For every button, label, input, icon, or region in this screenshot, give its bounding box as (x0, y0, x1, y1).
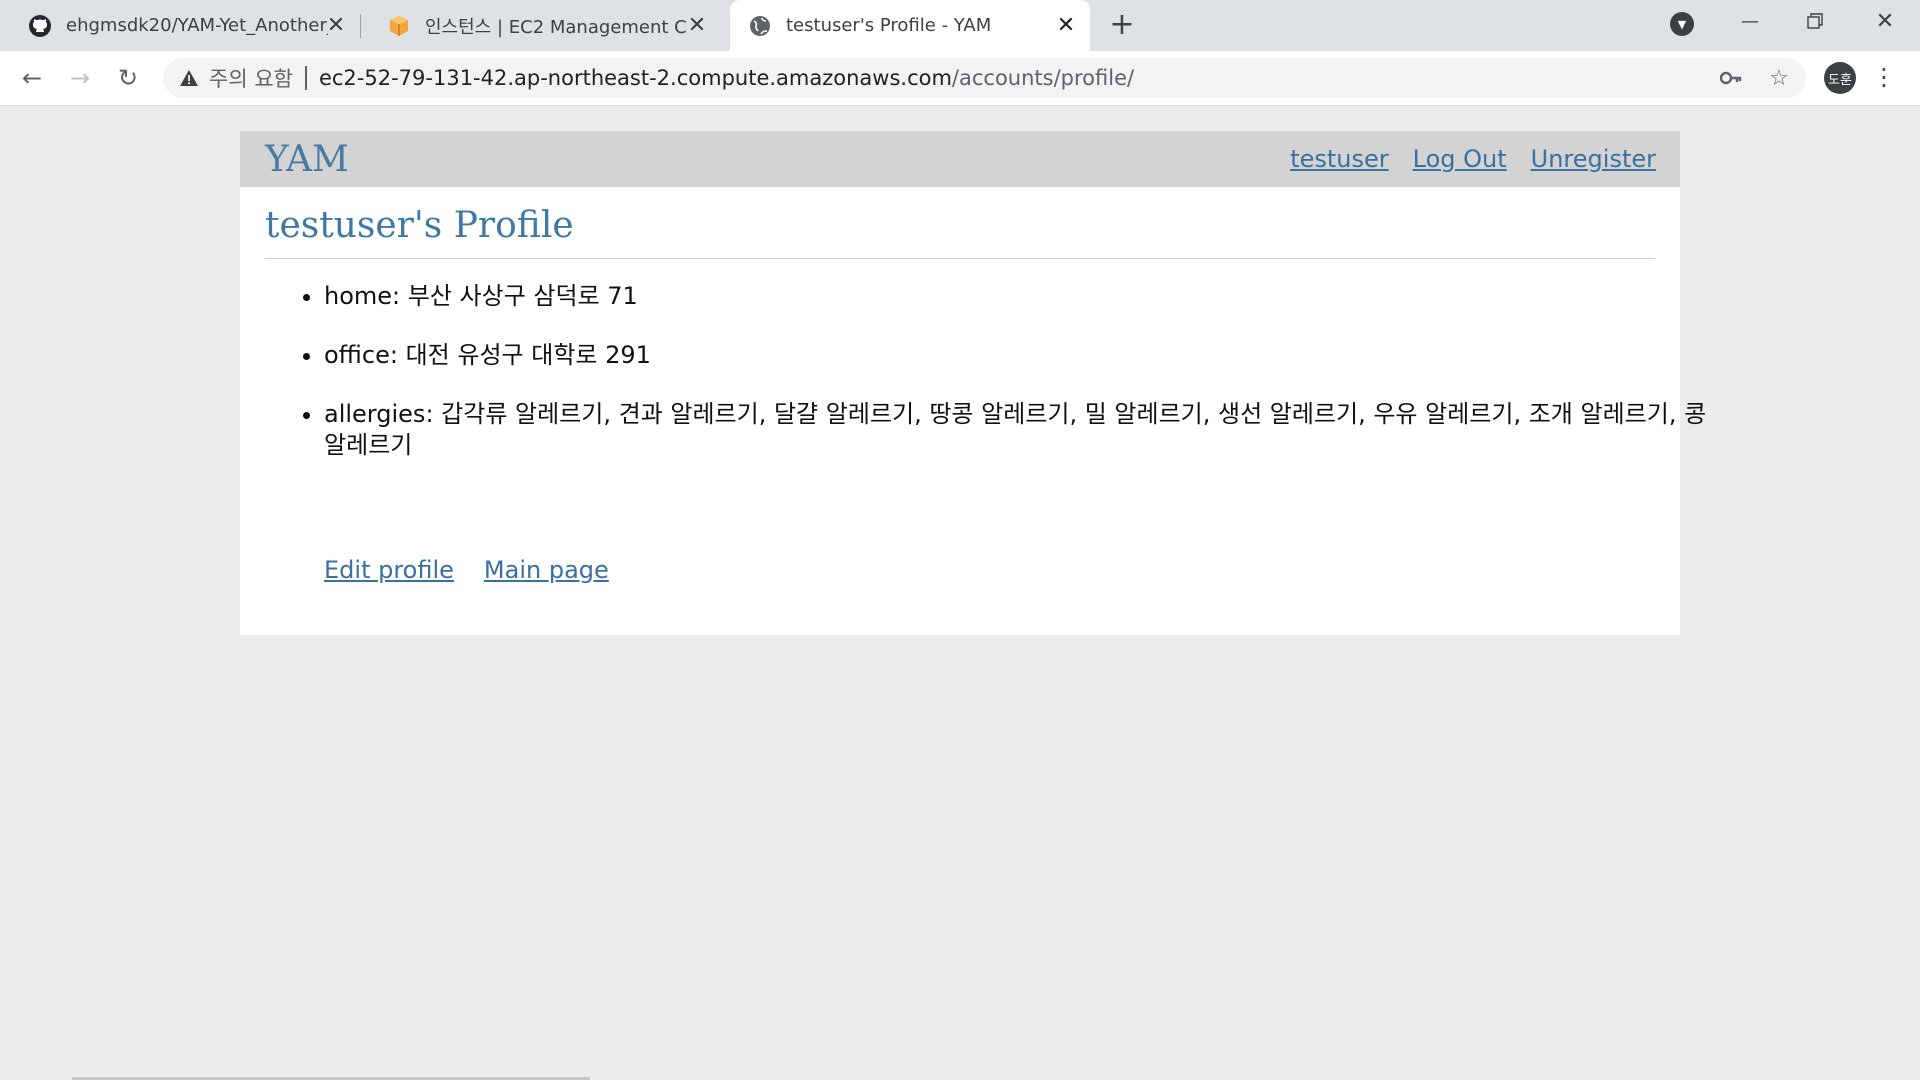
back-icon[interactable]: ← (16, 62, 48, 94)
tab-strip: ehgmsdk20/YAM-Yet_Another_M ✕ 인스턴스 | EC2… (0, 0, 1920, 51)
profile-list: home: 부산 사상구 삼덕로 71 office: 대전 유성구 대학로 2… (265, 281, 1714, 489)
close-tab-icon[interactable]: ✕ (685, 13, 709, 38)
field-label: home (324, 282, 393, 310)
field-label: allergies (324, 400, 426, 428)
field-value: 대전 유성구 대학로 291 (405, 341, 651, 369)
url-text[interactable]: ec2-52-79-131-42.ap-northeast-2.compute.… (319, 66, 1134, 90)
tab-title: 인스턴스 | EC2 Management Co (425, 16, 687, 38)
globe-icon (748, 14, 772, 38)
url-host: ec2-52-79-131-42.ap-northeast-2.compute.… (318, 66, 952, 90)
field-label: office (324, 341, 390, 369)
content-panel: YAM testuser Log Out Unregister testuser… (240, 131, 1706, 635)
reload-icon[interactable]: ↻ (112, 62, 144, 94)
main-page-link[interactable]: Main page (484, 556, 609, 584)
minimize-icon[interactable]: — (1720, 0, 1780, 42)
menu-icon[interactable]: ⋮ (1872, 62, 1896, 94)
url-path: /accounts/profile/ (951, 66, 1135, 90)
edit-profile-link[interactable]: Edit profile (324, 556, 454, 584)
unregister-link[interactable]: Unregister (1531, 145, 1656, 173)
key-icon[interactable] (1713, 58, 1749, 98)
site-header: YAM testuser Log Out Unregister (240, 131, 1680, 187)
address-divider (304, 66, 307, 90)
username-link[interactable]: testuser (1290, 145, 1388, 173)
logout-link[interactable]: Log Out (1413, 145, 1507, 173)
list-item-office: office: 대전 유성구 대학로 291 (324, 340, 1714, 371)
close-tab-icon[interactable]: ✕ (1054, 13, 1078, 38)
warning-icon[interactable] (179, 68, 199, 88)
github-icon (28, 14, 52, 38)
tab-title: ehgmsdk20/YAM-Yet_Another_M (66, 15, 328, 36)
security-label[interactable]: 주의 요함 (209, 63, 293, 93)
tab-github[interactable]: ehgmsdk20/YAM-Yet_Another_M ✕ (0, 0, 360, 51)
tab-title: testuser's Profile - YAM (786, 15, 992, 36)
tab-ec2[interactable]: 인스턴스 | EC2 Management Co ✕ (361, 0, 721, 51)
bookmark-star-icon[interactable]: ☆ (1761, 58, 1797, 98)
restore-icon[interactable] (1785, 0, 1845, 42)
field-value: 부산 사상구 삼덕로 71 (407, 282, 638, 310)
forward-icon[interactable]: → (64, 62, 96, 94)
close-window-icon[interactable]: ✕ (1855, 0, 1915, 42)
tab-profile[interactable]: testuser's Profile - YAM ✕ (730, 0, 1090, 51)
new-tab-icon[interactable]: + (1108, 10, 1136, 40)
list-item-allergies: allergies: 갑각류 알레르기, 견과 알레르기, 달걀 알레르기, 땅… (324, 399, 1714, 461)
tab-search-icon[interactable]: ▼ (1670, 12, 1694, 36)
close-tab-icon[interactable]: ✕ (324, 13, 348, 38)
profile-actions: Edit profile Main page (324, 556, 609, 584)
page-title: testuser's Profile (265, 205, 574, 246)
list-item-home: home: 부산 사상구 삼덕로 71 (324, 281, 1714, 312)
browser-toolbar: ← → ↻ 주의 요함 ec2-52-79-131-42.ap-northeas… (0, 51, 1920, 106)
address-bar[interactable]: 주의 요함 ec2-52-79-131-42.ap-northeast-2.co… (163, 58, 1806, 98)
header-nav: testuser Log Out Unregister (1290, 145, 1656, 173)
site-logo-link[interactable]: YAM (265, 139, 349, 180)
title-divider (265, 258, 1655, 259)
page-viewport: YAM testuser Log Out Unregister testuser… (0, 106, 1920, 1080)
aws-box-icon (387, 14, 411, 38)
avatar[interactable]: 도훈 (1824, 62, 1856, 94)
field-value: 갑각류 알레르기, 견과 알레르기, 달걀 알레르기, 땅콩 알레르기, 밀 알… (324, 400, 1707, 459)
